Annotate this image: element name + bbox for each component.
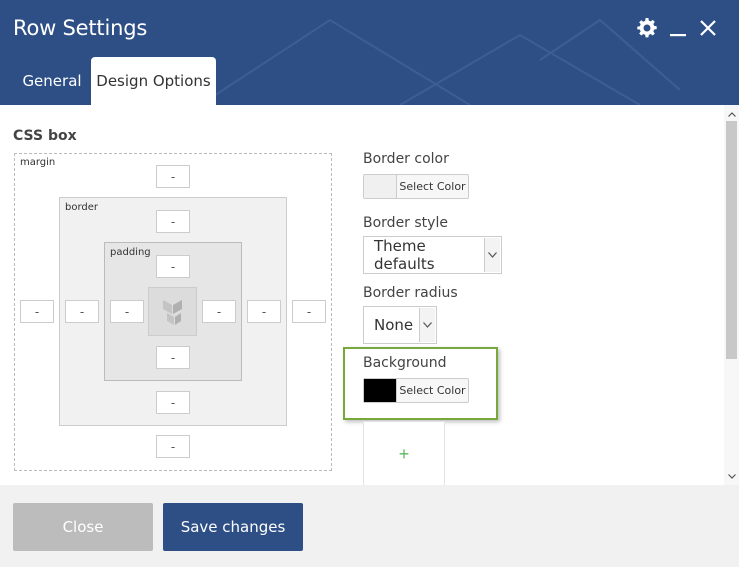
- modal-footer: Close Save changes: [0, 485, 739, 567]
- border-label: border: [65, 202, 99, 213]
- border-color-picker-button[interactable]: Select Color: [363, 174, 469, 199]
- tab-design-options[interactable]: Design Options: [91, 57, 216, 105]
- scroll-down-arrow-icon[interactable]: [724, 469, 739, 483]
- content-box: [148, 287, 197, 336]
- design-options-panel: CSS box margin border padding - - - - - …: [0, 105, 724, 485]
- vertical-scrollbar[interactable]: [724, 105, 739, 485]
- scroll-up-arrow-icon[interactable]: [724, 107, 739, 121]
- margin-bottom-input[interactable]: -: [156, 435, 190, 458]
- border-color-label: Border color: [363, 151, 449, 167]
- background-color-select-label: Select Color: [399, 384, 466, 397]
- margin-right-input[interactable]: -: [292, 300, 326, 323]
- margin-top-input[interactable]: -: [156, 165, 190, 188]
- border-color-swatch: [364, 175, 397, 198]
- gear-icon[interactable]: [634, 15, 660, 41]
- chevron-down-icon: [484, 238, 500, 272]
- tab-general[interactable]: General: [13, 57, 91, 105]
- minimize-icon[interactable]: [665, 15, 691, 41]
- border-radius-select[interactable]: None: [363, 306, 437, 344]
- background-label: Background: [363, 355, 447, 371]
- border-radius-label: Border radius: [363, 285, 458, 301]
- chevron-down-icon: [419, 308, 435, 342]
- modal-title: Row Settings: [13, 16, 148, 40]
- close-icon[interactable]: [695, 15, 721, 41]
- border-right-input[interactable]: -: [247, 300, 281, 323]
- add-background-image-button[interactable]: +: [363, 421, 445, 485]
- margin-label: margin: [20, 157, 56, 168]
- close-button[interactable]: Close: [13, 503, 153, 551]
- cube-logo-icon: [162, 299, 182, 325]
- border-bottom-input[interactable]: -: [156, 391, 190, 414]
- margin-left-input[interactable]: -: [20, 300, 54, 323]
- border-style-label: Border style: [363, 215, 448, 231]
- background-color-swatch: [364, 379, 397, 402]
- border-top-input[interactable]: -: [156, 210, 190, 233]
- border-color-select-label: Select Color: [399, 180, 466, 193]
- border-style-select[interactable]: Theme defaults: [363, 236, 502, 274]
- border-style-value: Theme defaults: [374, 237, 435, 273]
- save-changes-button[interactable]: Save changes: [163, 503, 303, 551]
- padding-bottom-input[interactable]: -: [156, 346, 190, 369]
- padding-left-input[interactable]: -: [110, 300, 144, 323]
- padding-label: padding: [110, 247, 151, 258]
- plus-icon: +: [398, 444, 410, 464]
- padding-right-input[interactable]: -: [202, 300, 236, 323]
- css-box-label: CSS box: [13, 128, 77, 144]
- background-color-picker-button[interactable]: Select Color: [363, 378, 469, 403]
- border-radius-value: None: [374, 316, 414, 334]
- border-left-input[interactable]: -: [65, 300, 99, 323]
- scrollbar-thumb[interactable]: [726, 121, 737, 359]
- padding-top-input[interactable]: -: [156, 255, 190, 278]
- modal-header: Row Settings General Design Options: [0, 0, 739, 105]
